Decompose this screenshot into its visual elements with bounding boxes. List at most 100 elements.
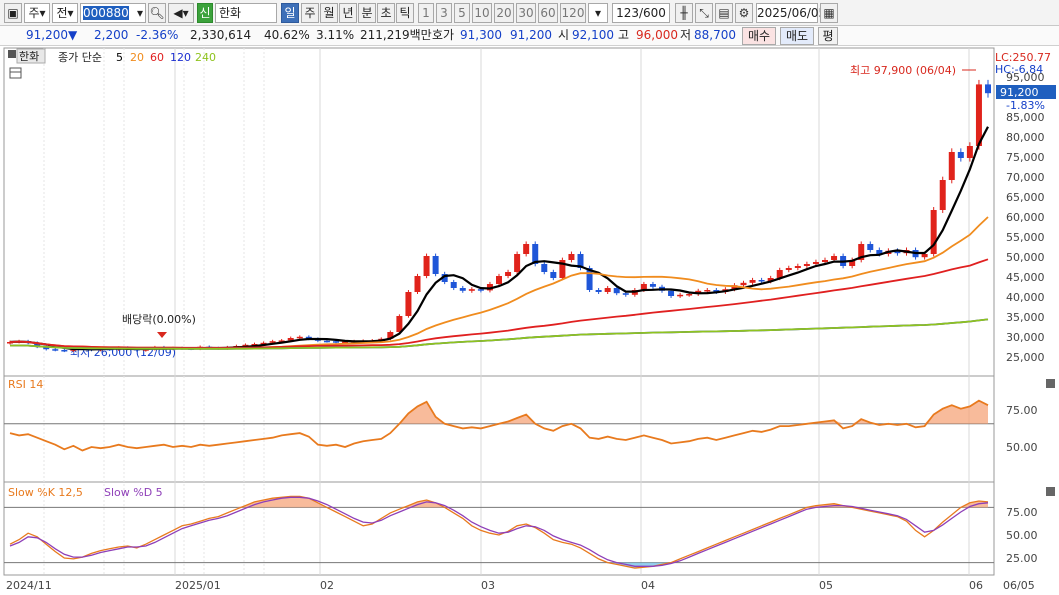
candle-body	[396, 316, 403, 332]
period-month[interactable]: 월	[320, 3, 338, 23]
ma-120-label: 120	[170, 51, 191, 64]
period-year[interactable]: 년	[339, 3, 357, 23]
period-minute[interactable]: 분	[358, 3, 376, 23]
candle-body	[468, 289, 475, 291]
interval-60[interactable]: 60	[538, 3, 558, 23]
y-tick: 80,000	[1006, 131, 1045, 144]
panel-menu-icon[interactable]	[8, 50, 16, 58]
credit-badge: 신	[197, 3, 213, 23]
rsi-label: RSI 14	[8, 378, 43, 391]
candle-body	[523, 244, 530, 254]
y-tick: 65,000	[1006, 191, 1045, 204]
interval-120[interactable]: 120	[560, 3, 586, 23]
candle-type-icon[interactable]: ╫	[675, 3, 693, 23]
candle-body	[831, 256, 838, 260]
eval-button[interactable]: 평	[818, 27, 838, 45]
candle-body	[505, 272, 512, 276]
date-field[interactable]: 2025/06/05	[756, 3, 826, 23]
candle-body	[957, 152, 964, 158]
interval-10[interactable]: 10	[472, 3, 492, 23]
interval-30[interactable]: 30	[516, 3, 536, 23]
y-tick: 55,000	[1006, 231, 1045, 244]
sell-button[interactable]: 매도	[780, 27, 814, 45]
ma-20-label: 20	[130, 51, 144, 64]
high-label: 고	[618, 28, 630, 42]
candle-body	[477, 289, 484, 291]
calendar-icon[interactable]: ▦	[820, 3, 838, 23]
change-amount: 2,200	[94, 28, 129, 42]
candle-body	[758, 280, 765, 282]
candle-body	[450, 282, 457, 288]
interval-dropdown[interactable]: ▾	[588, 3, 608, 23]
period-tick[interactable]: 틱	[396, 3, 414, 23]
change-arrow: ▼	[68, 28, 78, 42]
y-tick: 60,000	[1006, 211, 1045, 224]
market-select[interactable]: 주▾	[24, 3, 50, 23]
y-tick: 35,000	[1006, 311, 1045, 324]
period-day[interactable]: 일	[281, 3, 299, 23]
candle-body	[668, 290, 675, 296]
candle-body	[541, 264, 548, 272]
y-tick: 25,000	[1006, 351, 1045, 364]
y-tick: 75,000	[1006, 151, 1045, 164]
interval-1[interactable]: 1	[418, 3, 434, 23]
candle-body	[921, 254, 928, 258]
candle-body	[985, 84, 991, 94]
volume: 2,330,614	[190, 28, 252, 42]
market-label: 주	[28, 6, 40, 20]
candle-body	[704, 290, 711, 292]
candle-body	[622, 293, 629, 295]
tool-icon[interactable]: ⤡	[695, 3, 713, 23]
quote-bar: 91,200 ▼ 2,200 -2.36% 2,330,614 40.62% 3…	[0, 26, 1059, 46]
candle-body	[514, 254, 521, 272]
period-week[interactable]: 주	[301, 3, 319, 23]
candle-body	[975, 84, 982, 146]
rsi-close-icon[interactable]	[1046, 379, 1055, 388]
period-second[interactable]: 초	[377, 3, 395, 23]
y-tick: 30,000	[1006, 331, 1045, 344]
save-icon[interactable]: ▤	[715, 3, 733, 23]
stock-name-field[interactable]: 한화	[215, 3, 277, 23]
candle-body	[794, 266, 801, 268]
x-tick: 03	[481, 579, 495, 592]
y-tick: 50,000	[1006, 251, 1045, 264]
settings-icon[interactable]: ⚙	[735, 3, 753, 23]
interval-20[interactable]: 20	[494, 3, 514, 23]
x-tick: 06	[969, 579, 983, 592]
x-tick: 2024/11	[6, 579, 52, 592]
stoch-d-label: Slow %D 5	[104, 486, 163, 499]
stock-code-input[interactable]: 000880 ▾	[80, 3, 146, 23]
stock-chart-window: ▣ 주▾ 전▾ 000880 ▾ 🔍︎ ◀▾ 신 한화 일 주 월 년 분 초 틱…	[0, 0, 1059, 595]
buy-button[interactable]: 매수	[742, 27, 776, 45]
x-tick: 02	[320, 579, 334, 592]
x-tick: 05	[819, 579, 833, 592]
interval-3[interactable]: 3	[436, 3, 452, 23]
x-tick: 2025/01	[175, 579, 221, 592]
candle-body	[867, 244, 874, 250]
speaker-icon[interactable]: ◀▾	[168, 3, 194, 23]
toolbar: ▣ 주▾ 전▾ 000880 ▾ 🔍︎ ◀▾ 신 한화 일 주 월 년 분 초 틱…	[0, 0, 1059, 26]
candle-body	[496, 276, 502, 284]
candle-body	[323, 340, 330, 343]
candle-body	[613, 288, 620, 294]
current-price: 91,200	[26, 28, 68, 42]
prev-select[interactable]: 전▾	[52, 3, 78, 23]
stoch-tick: 75.00	[1006, 506, 1038, 519]
candle-body	[966, 146, 973, 158]
interval-5[interactable]: 5	[454, 3, 470, 23]
candle-body	[296, 336, 303, 339]
change-pct: -2.36%	[136, 28, 179, 42]
candle-body	[812, 262, 819, 264]
stock-code-value: 000880	[83, 6, 129, 20]
rsi-tick: 50.00	[1006, 441, 1038, 454]
range-field[interactable]: 123/600	[612, 3, 670, 23]
chart-canvas[interactable]: 95,000 85,000 80,000 75,000 70,000 65,00…	[0, 46, 1059, 595]
y-tick: 45,000	[1006, 271, 1045, 284]
search-icon[interactable]: 🔍︎	[148, 3, 166, 23]
window-icon[interactable]: ▣	[4, 3, 22, 23]
stoch-close-icon[interactable]	[1046, 487, 1055, 496]
bid-price-1: 91,300	[460, 28, 502, 42]
candle-body	[822, 260, 828, 262]
candle-body	[686, 294, 693, 296]
candle-body	[550, 272, 557, 278]
